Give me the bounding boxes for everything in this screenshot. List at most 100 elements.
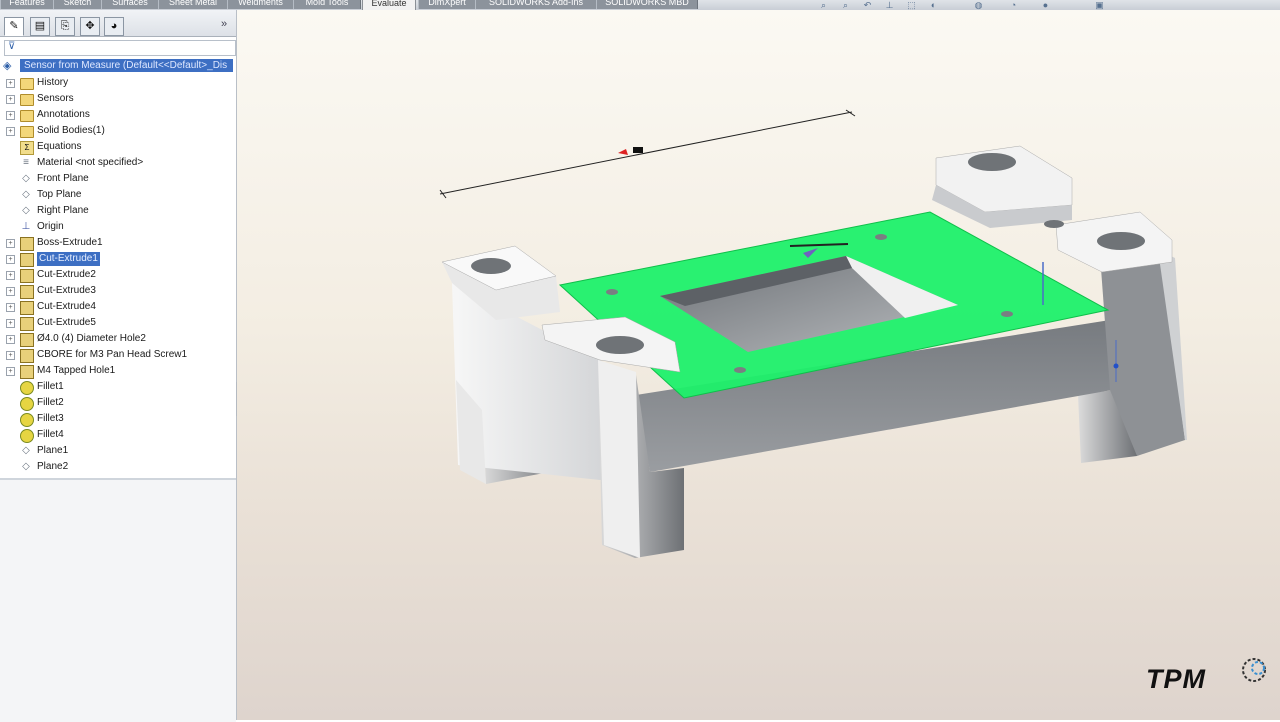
tree-item[interactable]: + Boss-Extrude1 (0, 235, 236, 251)
expand-toggle-icon[interactable]: + (6, 239, 15, 248)
tree-item[interactable]: ◇ Top Plane (0, 187, 236, 203)
property-manager-tab-icon[interactable]: ▤ (30, 17, 50, 36)
tree-root-row[interactable]: ◈ Sensor from Measure (Default<<Default>… (0, 59, 236, 73)
apply-scene-icon[interactable]: ● (1040, 0, 1051, 10)
tree-item[interactable]: + Ø4.0 (4) Diameter Hole2 (0, 331, 236, 347)
expand-chevron-icon[interactable]: » (221, 18, 227, 30)
expand-toggle-icon[interactable]: + (6, 319, 15, 328)
tree-item-label: Front Plane (37, 173, 89, 184)
tree-item[interactable]: Fillet3 (0, 411, 236, 427)
logo-text: TPM (1146, 664, 1206, 694)
fillet-icon (20, 381, 34, 395)
section-view-icon[interactable]: ⊥ (884, 0, 895, 10)
expand-toggle-icon[interactable]: + (6, 367, 15, 376)
origin-icon: ⊥ (21, 221, 31, 232)
part-icon: ◈ (3, 60, 12, 72)
expand-toggle-icon[interactable]: + (6, 287, 15, 296)
tree-item[interactable]: + Cut-Extrude3 (0, 283, 236, 299)
tree-item[interactable]: + Sensors (0, 91, 236, 107)
plane-icon: ◇ (22, 461, 30, 472)
view-orientation-icon[interactable]: ⬚ (906, 0, 917, 10)
expand-toggle-icon[interactable]: + (6, 79, 15, 88)
expand-toggle-icon[interactable]: + (6, 255, 15, 264)
tpm-logo: TPM (1146, 658, 1266, 696)
tree-item[interactable]: + Cut-Extrude4 (0, 299, 236, 315)
tab-sheet-metal[interactable]: Sheet Metal (158, 0, 228, 9)
tree-item[interactable]: ◇ Plane1 (0, 443, 236, 459)
zoom-to-area-icon[interactable]: ⌕ (840, 0, 851, 10)
feature-manager-tab-icon[interactable]: ✎ (4, 17, 24, 36)
tree-item[interactable]: + Annotations (0, 107, 236, 123)
feature-icon (20, 365, 34, 379)
tree-item[interactable]: + Solid Bodies(1) (0, 123, 236, 139)
tree-item-label: Top Plane (37, 189, 82, 200)
filter-icon: ⊽ (8, 41, 16, 52)
graphics-area[interactable]: 9 TPM (237, 10, 1280, 720)
tree-item-label: M4 Tapped Hole1 (37, 365, 116, 376)
expand-toggle-icon[interactable]: + (6, 303, 15, 312)
feature-icon (20, 317, 34, 331)
tree-item-label: Annotations (37, 109, 90, 120)
tree-item[interactable]: + Cut-Extrude1 (0, 251, 236, 267)
tree-item[interactable]: ◇ Plane2 (0, 459, 236, 475)
expand-toggle-icon[interactable]: + (6, 335, 15, 344)
tree-item-label: Solid Bodies(1) (37, 125, 105, 136)
tree-item-label: Ø4.0 (4) Diameter Hole2 (37, 333, 146, 344)
tree-item-label: Cut-Extrude2 (37, 269, 96, 280)
tree-item-label: Cut-Extrude1 (37, 252, 100, 266)
tab-surfaces[interactable]: Surfaces (101, 0, 159, 9)
plane-icon: ◇ (22, 445, 30, 456)
tree-item[interactable]: + History (0, 75, 236, 91)
expand-toggle-icon[interactable]: + (6, 95, 15, 104)
tree-item-label: CBORE for M3 Pan Head Screw1 (37, 349, 188, 360)
folder-icon (20, 78, 34, 90)
previous-view-icon[interactable]: ↶ (862, 0, 873, 10)
display-manager-tab-icon[interactable]: ◕ (104, 17, 124, 36)
configuration-manager-tab-icon[interactable]: ⎘ (55, 17, 75, 36)
tree-item[interactable]: + M4 Tapped Hole1 (0, 363, 236, 379)
feature-icon (20, 285, 34, 299)
tree-item[interactable]: + Cut-Extrude5 (0, 315, 236, 331)
tab-solidworks-add-ins[interactable]: SOLIDWORKS Add-Ins (475, 0, 597, 9)
dimxpert-manager-tab-icon[interactable]: ✥ (80, 17, 100, 36)
edit-appearance-icon[interactable]: ◔ (1008, 0, 1019, 10)
panel-tab-strip: ✎ ▤ ⎘ ✥ ◕ » (0, 10, 236, 37)
view-settings-icon[interactable]: ▣ (1094, 0, 1105, 10)
tree-item[interactable]: Fillet1 (0, 379, 236, 395)
expand-toggle-icon[interactable]: + (6, 127, 15, 136)
tree-root-label: Sensor from Measure (Default<<Default>_D… (20, 59, 233, 72)
tree-item[interactable]: ◇ Right Plane (0, 203, 236, 219)
hide-show-icon[interactable]: ◍ (973, 0, 984, 10)
model-view (439, 109, 1187, 558)
tab-sketch[interactable]: Sketch (53, 0, 102, 9)
tab-dimxpert[interactable]: DimXpert (418, 0, 476, 9)
feature-icon (20, 349, 34, 363)
tab-features[interactable]: Features (0, 0, 54, 9)
feature-icon (20, 333, 34, 347)
equations-icon: Σ (20, 141, 34, 155)
tree-item[interactable]: ≡ Material <not specified> (0, 155, 236, 171)
feature-icon (20, 237, 34, 251)
expand-toggle-icon[interactable]: + (6, 351, 15, 360)
tab-weldments[interactable]: Weldments (227, 0, 294, 9)
feature-icon (20, 269, 34, 283)
tree-item-label: History (37, 77, 69, 88)
tab-solidworks-mbd[interactable]: SOLIDWORKS MBD (596, 0, 698, 9)
display-style-icon[interactable]: ◐ (928, 0, 939, 10)
tree-item[interactable]: Σ Equations (0, 139, 236, 155)
zoom-to-fit-icon[interactable]: ⌕ (818, 0, 829, 10)
tree-item[interactable]: + Cut-Extrude2 (0, 267, 236, 283)
tree-item[interactable]: Fillet2 (0, 395, 236, 411)
expand-toggle-icon[interactable]: + (6, 271, 15, 280)
tree-item[interactable]: Fillet4 (0, 427, 236, 443)
plane-icon: ◇ (22, 189, 30, 200)
feature-tree-filter[interactable]: ⊽ (4, 40, 236, 56)
tab-mold-tools[interactable]: Mold Tools (293, 0, 361, 9)
tree-item[interactable]: ⊥ Origin (0, 219, 236, 235)
tree-item[interactable]: ◇ Front Plane (0, 171, 236, 187)
expand-toggle-icon[interactable]: + (6, 111, 15, 120)
tree-item[interactable]: + CBORE for M3 Pan Head Screw1 (0, 347, 236, 363)
material-icon: ≡ (23, 157, 29, 168)
tree-item-label: Fillet1 (37, 381, 64, 392)
feature-icon (20, 301, 34, 315)
